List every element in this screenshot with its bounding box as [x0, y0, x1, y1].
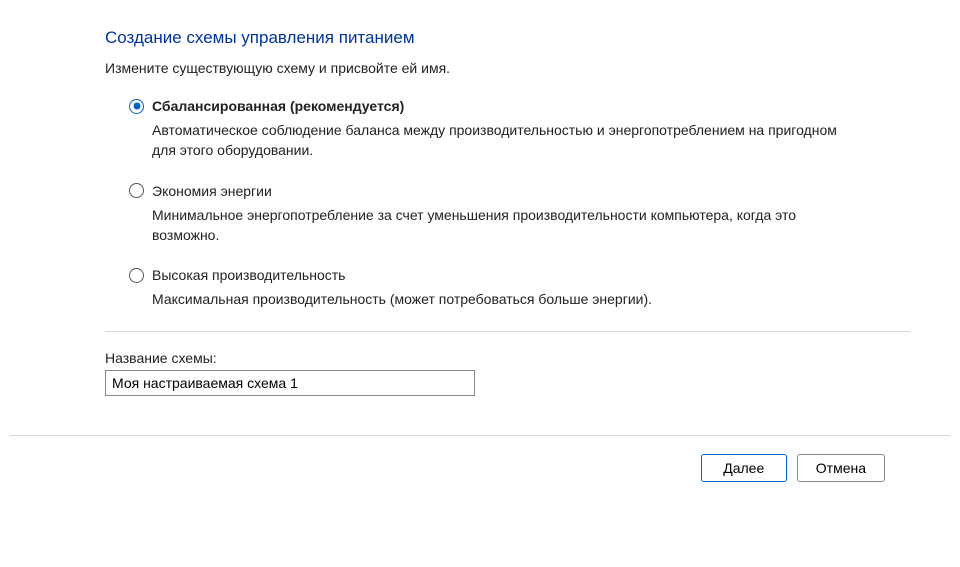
option-label: Экономия энергии: [152, 183, 272, 199]
page-subtitle: Измените существующую схему и присвойте …: [105, 60, 910, 76]
radio-icon[interactable]: [129, 99, 144, 114]
power-plan-option-balanced[interactable]: Сбалансированная (рекомендуется) Автомат…: [129, 98, 910, 161]
page-title: Создание схемы управления питанием: [105, 28, 910, 48]
plan-name-label: Название схемы:: [105, 350, 910, 366]
radio-icon[interactable]: [129, 268, 144, 283]
power-plan-option-high-performance[interactable]: Высокая производительность Максимальная …: [129, 267, 910, 309]
plan-name-section: Название схемы:: [105, 350, 910, 396]
button-row: Далее Отмена: [701, 454, 885, 482]
option-label: Высокая производительность: [152, 267, 345, 283]
radio-icon[interactable]: [129, 183, 144, 198]
divider: [105, 331, 910, 332]
option-description: Автоматическое соблюдение баланса между …: [152, 120, 852, 161]
next-button[interactable]: Далее: [701, 454, 787, 482]
footer-divider: [10, 435, 950, 436]
plan-name-input[interactable]: [105, 370, 475, 396]
cancel-button[interactable]: Отмена: [797, 454, 885, 482]
power-plan-option-saver[interactable]: Экономия энергии Минимальное энергопотре…: [129, 183, 910, 246]
option-description: Максимальная производительность (может п…: [152, 289, 852, 309]
option-label: Сбалансированная (рекомендуется): [152, 98, 404, 114]
option-description: Минимальное энергопотребление за счет ум…: [152, 205, 852, 246]
